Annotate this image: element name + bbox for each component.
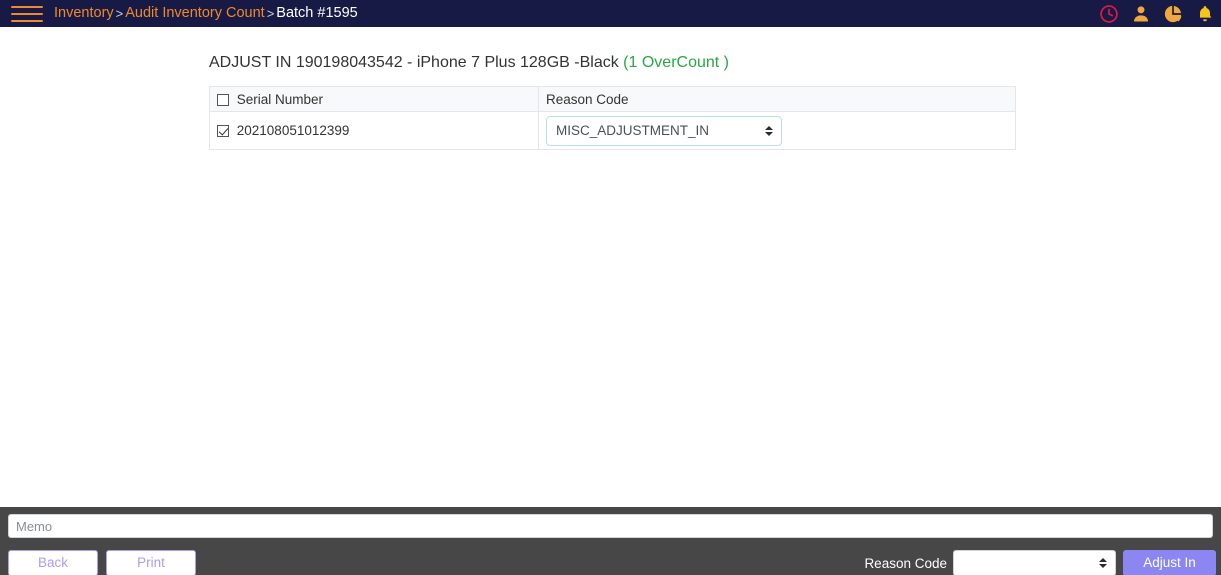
overcount-badge: (1 OverCount ) (623, 54, 729, 71)
clock-icon[interactable] (1099, 4, 1119, 24)
main-content: ADJUST IN 190198043542 - iPhone 7 Plus 1… (0, 27, 1221, 507)
app-root: Inventory > Audit Inventory Count > Batc… (0, 0, 1221, 575)
column-header-serial-number: Serial Number (209, 86, 539, 112)
memo-input[interactable] (8, 514, 1213, 538)
column-header-serial-number-label: Serial Number (236, 91, 324, 107)
row-reason-code-select-wrap: MISC_ADJUSTMENT_IN (546, 115, 782, 146)
hamburger-line (11, 5, 43, 8)
breadcrumb-current-batch: Batch #1595 (276, 5, 358, 22)
hamburger-menu-icon[interactable] (0, 0, 46, 27)
back-button[interactable]: Back (8, 550, 98, 575)
footer-right-controls: Reason Code Adjust In (864, 550, 1216, 575)
select-all-checkbox[interactable] (217, 93, 229, 106)
page-title-text: ADJUST IN 190198043542 - iPhone 7 Plus 1… (209, 54, 619, 71)
footer-action-bar: Back Print Reason Code Adjust In (0, 507, 1221, 575)
footer-reason-code-select-wrap (953, 550, 1116, 575)
table-body: 202108051012399 MISC_ADJUSTMENT_IN (209, 111, 1016, 150)
row-reason-code-select[interactable]: MISC_ADJUSTMENT_IN (546, 115, 782, 146)
footer-reason-code-label: Reason Code (864, 555, 947, 571)
table-header-row: Serial Number Reason Code (209, 86, 1016, 112)
cell-serial-number: 202108051012399 (209, 111, 539, 150)
print-button[interactable]: Print (106, 550, 196, 575)
memo-field-wrap (0, 514, 1221, 538)
table-head: Serial Number Reason Code (209, 86, 1016, 112)
breadcrumb-item-audit-inventory-count[interactable]: Audit Inventory Count (125, 6, 264, 21)
column-header-reason-code-label: Reason Code (546, 91, 629, 107)
page-title: ADJUST IN 190198043542 - iPhone 7 Plus 1… (209, 54, 729, 72)
cell-reason-code: MISC_ADJUSTMENT_IN (538, 111, 1016, 150)
footer-left-buttons: Back Print (8, 550, 196, 575)
footer-reason-code-select[interactable] (953, 550, 1116, 575)
bell-icon[interactable] (1195, 4, 1215, 24)
serial-reason-table: Serial Number Reason Code 20210805101239… (209, 86, 1016, 150)
adjust-in-button[interactable]: Adjust In (1123, 550, 1216, 575)
pie-chart-icon[interactable] (1163, 4, 1183, 24)
hamburger-line (11, 19, 43, 22)
breadcrumb: Inventory > Audit Inventory Count > Batc… (54, 6, 358, 21)
table-row: 202108051012399 MISC_ADJUSTMENT_IN (209, 111, 1016, 150)
row-select-checkbox[interactable] (217, 125, 229, 137)
breadcrumb-separator: > (266, 6, 275, 21)
hamburger-line (11, 12, 43, 15)
breadcrumb-item-inventory[interactable]: Inventory (54, 6, 114, 21)
navbar-icon-group (1099, 0, 1215, 27)
top-navbar: Inventory > Audit Inventory Count > Batc… (0, 0, 1221, 27)
column-header-reason-code: Reason Code (538, 86, 1016, 112)
serial-number-value: 202108051012399 (236, 123, 350, 138)
user-icon[interactable] (1131, 4, 1151, 24)
breadcrumb-separator: > (115, 6, 124, 21)
